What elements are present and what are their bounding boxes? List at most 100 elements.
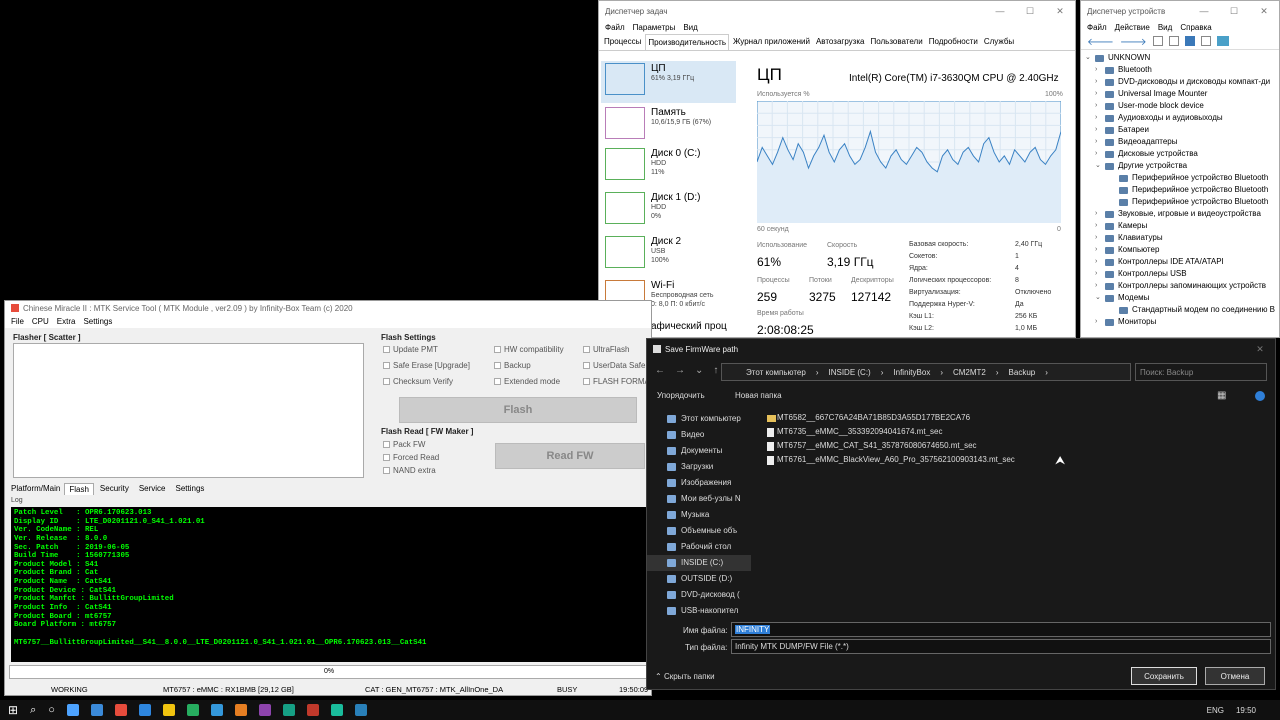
tm-menu-file[interactable]: Файл — [605, 23, 625, 32]
view-icon[interactable]: ▦ — [1217, 390, 1226, 401]
sd-titlebar[interactable]: Save FirmWare path ✕ — [647, 339, 1275, 359]
tab-users[interactable]: Пользователи — [868, 34, 924, 50]
file-item[interactable]: MT6757__eMMC_CAT_S41_357876080674650.mt_… — [765, 439, 1015, 453]
nand-extra-check[interactable]: NAND extra — [383, 466, 436, 475]
new-folder-button[interactable]: Новая папка — [735, 391, 782, 400]
tree-item[interactable]: › Мониторы — [1085, 316, 1275, 328]
close-icon[interactable]: ✕ — [1245, 344, 1275, 355]
help-icon[interactable] — [1184, 36, 1195, 46]
tree-item[interactable]: › Bluetooth — [1085, 64, 1275, 76]
tree-root[interactable]: ⌄ UNKNOWN — [1085, 52, 1275, 64]
resource-item[interactable]: Диск 2 USB 100% — [601, 234, 736, 276]
mtk-menu-extra[interactable]: Extra — [57, 317, 76, 326]
taskbar-app-icon[interactable] — [282, 704, 295, 716]
taskbar-app-icon[interactable] — [162, 704, 175, 716]
extended-mode-check[interactable]: Extended mode — [494, 377, 560, 386]
path-backup[interactable]: Backup — [1009, 368, 1036, 377]
tree-item[interactable]: › Аудиовходы и аудиовыходы — [1085, 112, 1275, 124]
tree-item[interactable]: › Звуковые, игровые и видеоустройства — [1085, 208, 1275, 220]
tab-service[interactable]: Service — [135, 483, 170, 495]
nav-item[interactable]: USB-накопител — [647, 603, 751, 616]
taskbar-app-icon[interactable] — [354, 704, 367, 716]
tab-startup[interactable]: Автозагрузка — [814, 34, 867, 50]
cancel-button[interactable]: Отмена — [1205, 667, 1265, 685]
forced-read-check[interactable]: Forced Read — [383, 453, 439, 462]
tree-item[interactable]: › Контроллеры IDE ATA/ATAPI — [1085, 256, 1275, 268]
tab-security[interactable]: Security — [96, 483, 133, 495]
tab-details[interactable]: Подробности — [927, 34, 980, 50]
tree-item[interactable]: › Universal Image Mounter — [1085, 88, 1275, 100]
organize-button[interactable]: Упорядочить — [657, 391, 705, 400]
maximize-icon[interactable]: ☐ — [1015, 6, 1045, 17]
tab-platform-main[interactable]: Platform/Main — [9, 483, 62, 495]
save-button[interactable]: Сохранить — [1131, 667, 1197, 685]
cortana-icon[interactable]: ○ — [48, 704, 55, 716]
tree-item[interactable]: › Дисковые устройства — [1085, 148, 1275, 160]
tree-item[interactable]: › Камеры — [1085, 220, 1275, 232]
tree-item[interactable]: ⌄ Другие устройства — [1085, 160, 1275, 172]
recent-icon[interactable]: ⌄ — [695, 365, 703, 376]
mtk-titlebar[interactable]: Chinese Miracle II : MTK Service Tool ( … — [5, 301, 651, 315]
forward-icon[interactable]: → — [675, 365, 685, 376]
minimize-icon[interactable]: — — [985, 6, 1015, 17]
resource-item[interactable]: Память 10,6/15,9 ГБ (67%) — [601, 105, 736, 147]
tm-titlebar[interactable]: Диспетчер задач — ☐ ✕ — [599, 1, 1075, 21]
tree-item[interactable]: Периферийное устройство Bluetooth — [1085, 196, 1275, 208]
taskbar-app-icon[interactable] — [90, 704, 103, 716]
file-item[interactable]: MT6582__667C76A24BA71B85D3A55D177BE2CA76 — [765, 411, 1015, 425]
tree-item[interactable]: › Видеоадаптеры — [1085, 136, 1275, 148]
read-fw-button[interactable]: Read FW — [495, 443, 645, 469]
hw-compat-check[interactable]: HW compatibility — [494, 345, 564, 354]
help-icon[interactable] — [1255, 391, 1265, 401]
tab-performance[interactable]: Производительность — [645, 34, 729, 50]
maximize-icon[interactable]: ☐ — [1219, 6, 1249, 17]
tree-item[interactable]: › Компьютер — [1085, 244, 1275, 256]
grid-icon[interactable] — [1200, 36, 1211, 46]
ultraflash-check[interactable]: UltraFlash — [583, 345, 629, 354]
nav-item[interactable]: Видео — [647, 427, 751, 443]
flash-button[interactable]: Flash — [399, 397, 637, 423]
tree-item[interactable]: › User-mode block device — [1085, 100, 1275, 112]
nav-item[interactable]: INSIDE (C:) — [647, 555, 751, 571]
path-infinitybox[interactable]: InfinityBox — [893, 368, 930, 377]
nav-item[interactable]: Музыка — [647, 507, 751, 523]
taskbar-app-icon[interactable] — [306, 704, 319, 716]
tab-flash[interactable]: Flash — [64, 483, 94, 495]
tab-services[interactable]: Службы — [982, 34, 1016, 50]
resource-item[interactable]: ЦП 61% 3,19 ГГц — [601, 61, 736, 103]
windows-start-icon[interactable]: ⊞ — [8, 703, 18, 717]
tree-item[interactable]: ⌄ Модемы — [1085, 292, 1275, 304]
filetype-select[interactable]: Infinity MTK DUMP/FW File (*.*) — [731, 639, 1271, 654]
tab-settings[interactable]: Settings — [172, 483, 209, 495]
properties-icon[interactable] — [1152, 36, 1163, 46]
tree-item[interactable]: Стандартный модем по соединению B — [1085, 304, 1275, 316]
minimize-icon[interactable]: — — [1189, 6, 1219, 17]
search-icon[interactable]: ⌕ — [30, 704, 36, 717]
taskbar-app-icon[interactable] — [330, 704, 343, 716]
taskbar-app-icon[interactable] — [114, 704, 127, 716]
log-console[interactable]: Patch Level : OPR6.170623.013 Display ID … — [11, 507, 649, 662]
mtk-menu-cpu[interactable]: CPU — [32, 317, 49, 326]
tree-item[interactable]: › Батареи — [1085, 124, 1275, 136]
address-bar[interactable]: Этот компьютер › INSIDE (C:) › InfinityBox… — [721, 363, 1131, 381]
file-item[interactable]: MT6735__eMMC__353392094041674.mt_sec — [765, 425, 1015, 439]
resource-item[interactable]: Диск 0 (C:) HDD 11% — [601, 146, 736, 188]
nav-item[interactable]: Рабочий стол — [647, 539, 751, 555]
taskbar-app-icon[interactable] — [258, 704, 271, 716]
taskbar-app-icon[interactable] — [210, 704, 223, 716]
search-input[interactable]: Поиск: Backup — [1135, 363, 1267, 381]
taskbar-app-icon[interactable] — [138, 704, 151, 716]
close-icon[interactable]: ✕ — [1045, 6, 1075, 17]
nav-item[interactable]: Этот компьютер — [647, 411, 751, 427]
dm-menu-view[interactable]: Вид — [1158, 23, 1172, 32]
path-cm2mt2[interactable]: CM2MT2 — [953, 368, 986, 377]
backup-check[interactable]: Backup — [494, 361, 531, 370]
tree-item[interactable]: › Контроллеры USB — [1085, 268, 1275, 280]
tab-processes[interactable]: Процессы — [602, 34, 643, 50]
file-item[interactable]: MT6761__eMMC_BlackView_A60_Pro_357562100… — [765, 453, 1015, 467]
flash-format-check[interactable]: FLASH FORMAT — [583, 377, 651, 386]
forward-icon[interactable]: 🡒 — [1120, 36, 1147, 48]
mtk-menu-file[interactable]: File — [11, 317, 24, 326]
dm-menu-file[interactable]: Файл — [1087, 23, 1107, 32]
update-pmt-check[interactable]: Update PMT — [383, 345, 438, 354]
